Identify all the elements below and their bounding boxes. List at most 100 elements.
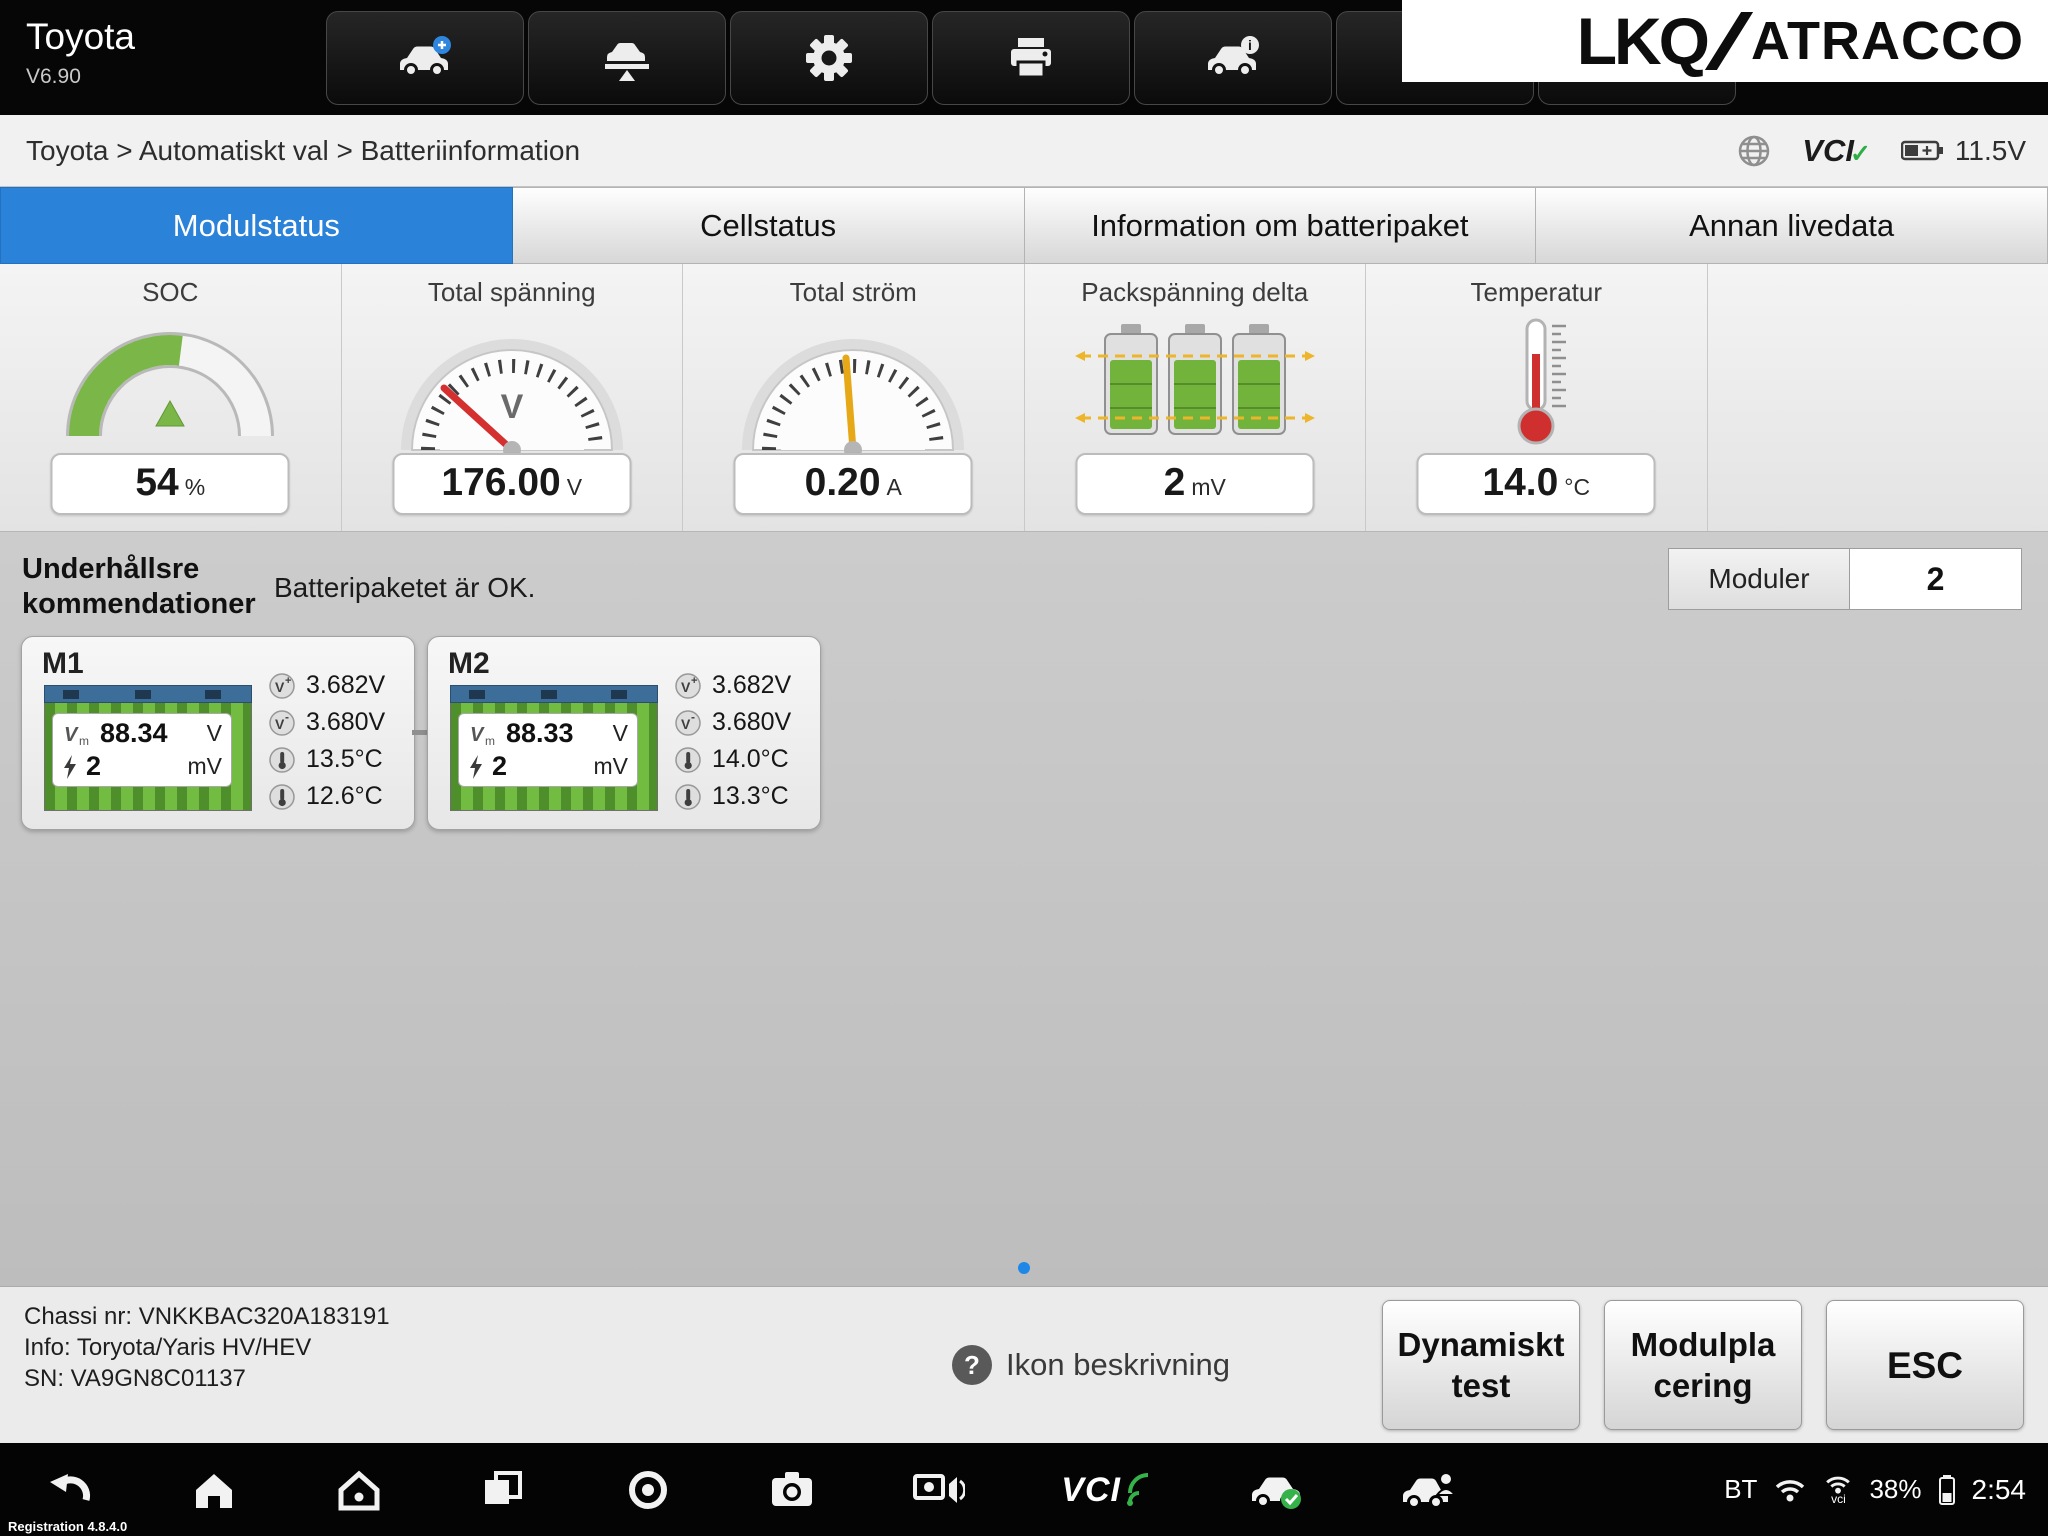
module-voltage-unit: V [206,720,222,746]
vci-signal-label: vci [1831,1492,1846,1506]
chassis-number: Chassi nr: VNKKBAC320A183191 [24,1303,390,1330]
svg-text:-: - [285,710,289,724]
esc-button[interactable]: ESC [1826,1300,2024,1430]
vci-signal-status: vci [1823,1474,1853,1505]
module-delta-unit: mV [593,753,629,779]
temp-min-icon [269,783,295,810]
tab-annan-livedata[interactable]: Annan livedata [1536,187,2048,264]
vehicle-lift-icon [605,43,649,81]
stat-temp-max: 14.0°C [674,741,791,778]
tab-modulstatus[interactable]: Modulstatus [0,187,513,264]
gauge-pack-delta: Packspänning delta 2 mV [1025,264,1366,531]
module-card-m1[interactable]: M1 V m 88.34 V 2 mV V + 3.682V V - 3.680… [21,636,415,830]
navbar-icons: VCI [46,1443,1456,1536]
lkq-atracco-logo: LKQ ATRACCO [1402,0,2048,82]
vci-app-button[interactable]: VCI [1061,1473,1153,1507]
diagnostic-app: Toyota V6.90 i LKQ ATRACCO Toyota > Auto… [0,0,2048,1536]
chrome-button[interactable] [624,1466,672,1514]
android-home-icon [338,1470,380,1510]
soc-value: 54 [135,461,179,504]
gauge-panel: SOC 54 % Total spänning V 176.00 V Total… [0,264,2048,532]
tab-batteripaket-info[interactable]: Information om batteripaket [1024,187,1537,264]
icon-description-button[interactable]: ? Ikon beskrivning [952,1287,1230,1443]
stat-temp-min: 13.3°C [674,778,791,815]
vehicle-lift-button[interactable] [528,11,726,105]
voltage-max-icon: V + [675,672,701,699]
stat-value: 13.3°C [712,782,789,810]
voltage-min-icon: V - [675,710,701,736]
printer-icon [1011,38,1051,79]
brand-name: Toyota [26,16,136,57]
stat-temp-min: 12.6°C [268,778,385,815]
button-label: ESC [1886,1344,1964,1386]
vci-status[interactable]: VCI ✓ [1802,133,1871,169]
vm-icon: V m [64,724,89,746]
current-dial-gauge-icon [742,339,965,458]
driver-assist-icon [1402,1471,1456,1509]
recents-button[interactable] [479,1466,527,1514]
camera-button[interactable] [768,1466,816,1514]
voltage-unit: V [566,474,583,500]
modules-count-box: Moduler 2 [1668,548,2022,610]
gauge-empty-cell [1708,264,2048,531]
battery-percent: 38% [1869,1474,1922,1504]
gauge-title: Total ström [789,277,917,307]
settings-button[interactable] [730,11,928,105]
home-button[interactable] [190,1466,238,1514]
temperature-value: 14.0 [1482,461,1559,504]
gauge-soc: SOC 54 % [0,264,342,531]
vm-icon: V m [470,724,495,746]
page-indicator-dot [1018,1262,1030,1274]
module-placement-button[interactable]: Modulpla cering [1604,1300,1802,1430]
svg-text:V: V [64,724,79,746]
gauge-title: Total spänning [427,277,596,307]
soc-arc-gauge-icon [66,332,275,437]
battery-voltage-indicator: 11.5V [1900,135,2026,167]
recommendation-message: Batteripaketet är OK. [274,572,536,603]
delta-unit: mV [1191,474,1226,500]
display-sound-button[interactable] [912,1466,965,1514]
bolt-icon [64,754,76,779]
back-button[interactable] [46,1466,94,1514]
module-card-m2[interactable]: M2 V m 88.33 V 2 mV V + 3.682V V - 3.680… [427,636,821,830]
button-label-line1: Modulpla [1630,1326,1776,1363]
pcb-chip [541,690,557,699]
status-tray: BT vci 38% 2:54 [1724,1443,2026,1536]
diagnostics-button[interactable] [326,11,524,105]
vehicle-model-info: Info: Toryota/Yaris HV/HEV [24,1334,312,1361]
status-indicators: VCI ✓ 11.5V [1736,133,2026,169]
vehicle-info-button[interactable]: i [1134,11,1332,105]
vehicle-check-icon [1252,1477,1302,1509]
module-delta-value: 2 [492,751,508,781]
gauge-total-current: Total ström 0.20 A [683,264,1025,531]
module-readout: V m 88.34 V 2 mV [52,713,232,787]
dynamic-test-button[interactable]: Dynamiskt test [1382,1300,1580,1430]
pcb-chip [205,690,221,699]
battery-module-image: V m 88.33 V 2 mV [450,685,658,811]
print-button[interactable] [932,11,1130,105]
breadcrumb-bar: Toyota > Automatiskt val > Batteriinform… [0,115,2048,187]
app-version: V6.90 [26,65,81,88]
modules-count-value: 2 [1850,548,2022,610]
stat-value: 14.0°C [712,745,789,773]
svg-text:+: + [691,675,697,687]
chrome-icon [628,1470,667,1509]
android-home-button[interactable] [335,1466,383,1514]
clock: 2:54 [1971,1473,2027,1505]
vehicle-check-button[interactable] [1249,1467,1303,1513]
pcb-chip [469,690,485,699]
soc-unit: % [184,474,206,500]
driver-assist-button[interactable] [1400,1467,1456,1513]
svg-text:m: m [485,734,495,746]
button-label-line1: Dynamiskt [1397,1326,1565,1363]
globe-icon[interactable] [1736,133,1772,169]
stat-value: 13.5°C [306,745,383,773]
modules-count-label: Moduler [1668,548,1850,610]
button-label-line2: cering [1653,1367,1753,1404]
svg-text:V: V [500,388,523,426]
stat-value: 3.680V [306,708,386,736]
tab-cellstatus[interactable]: Cellstatus [512,187,1025,264]
home-icon [196,1473,233,1508]
pcb-chip [63,690,79,699]
recommendation-title-line1: Underhållsre [22,553,200,585]
